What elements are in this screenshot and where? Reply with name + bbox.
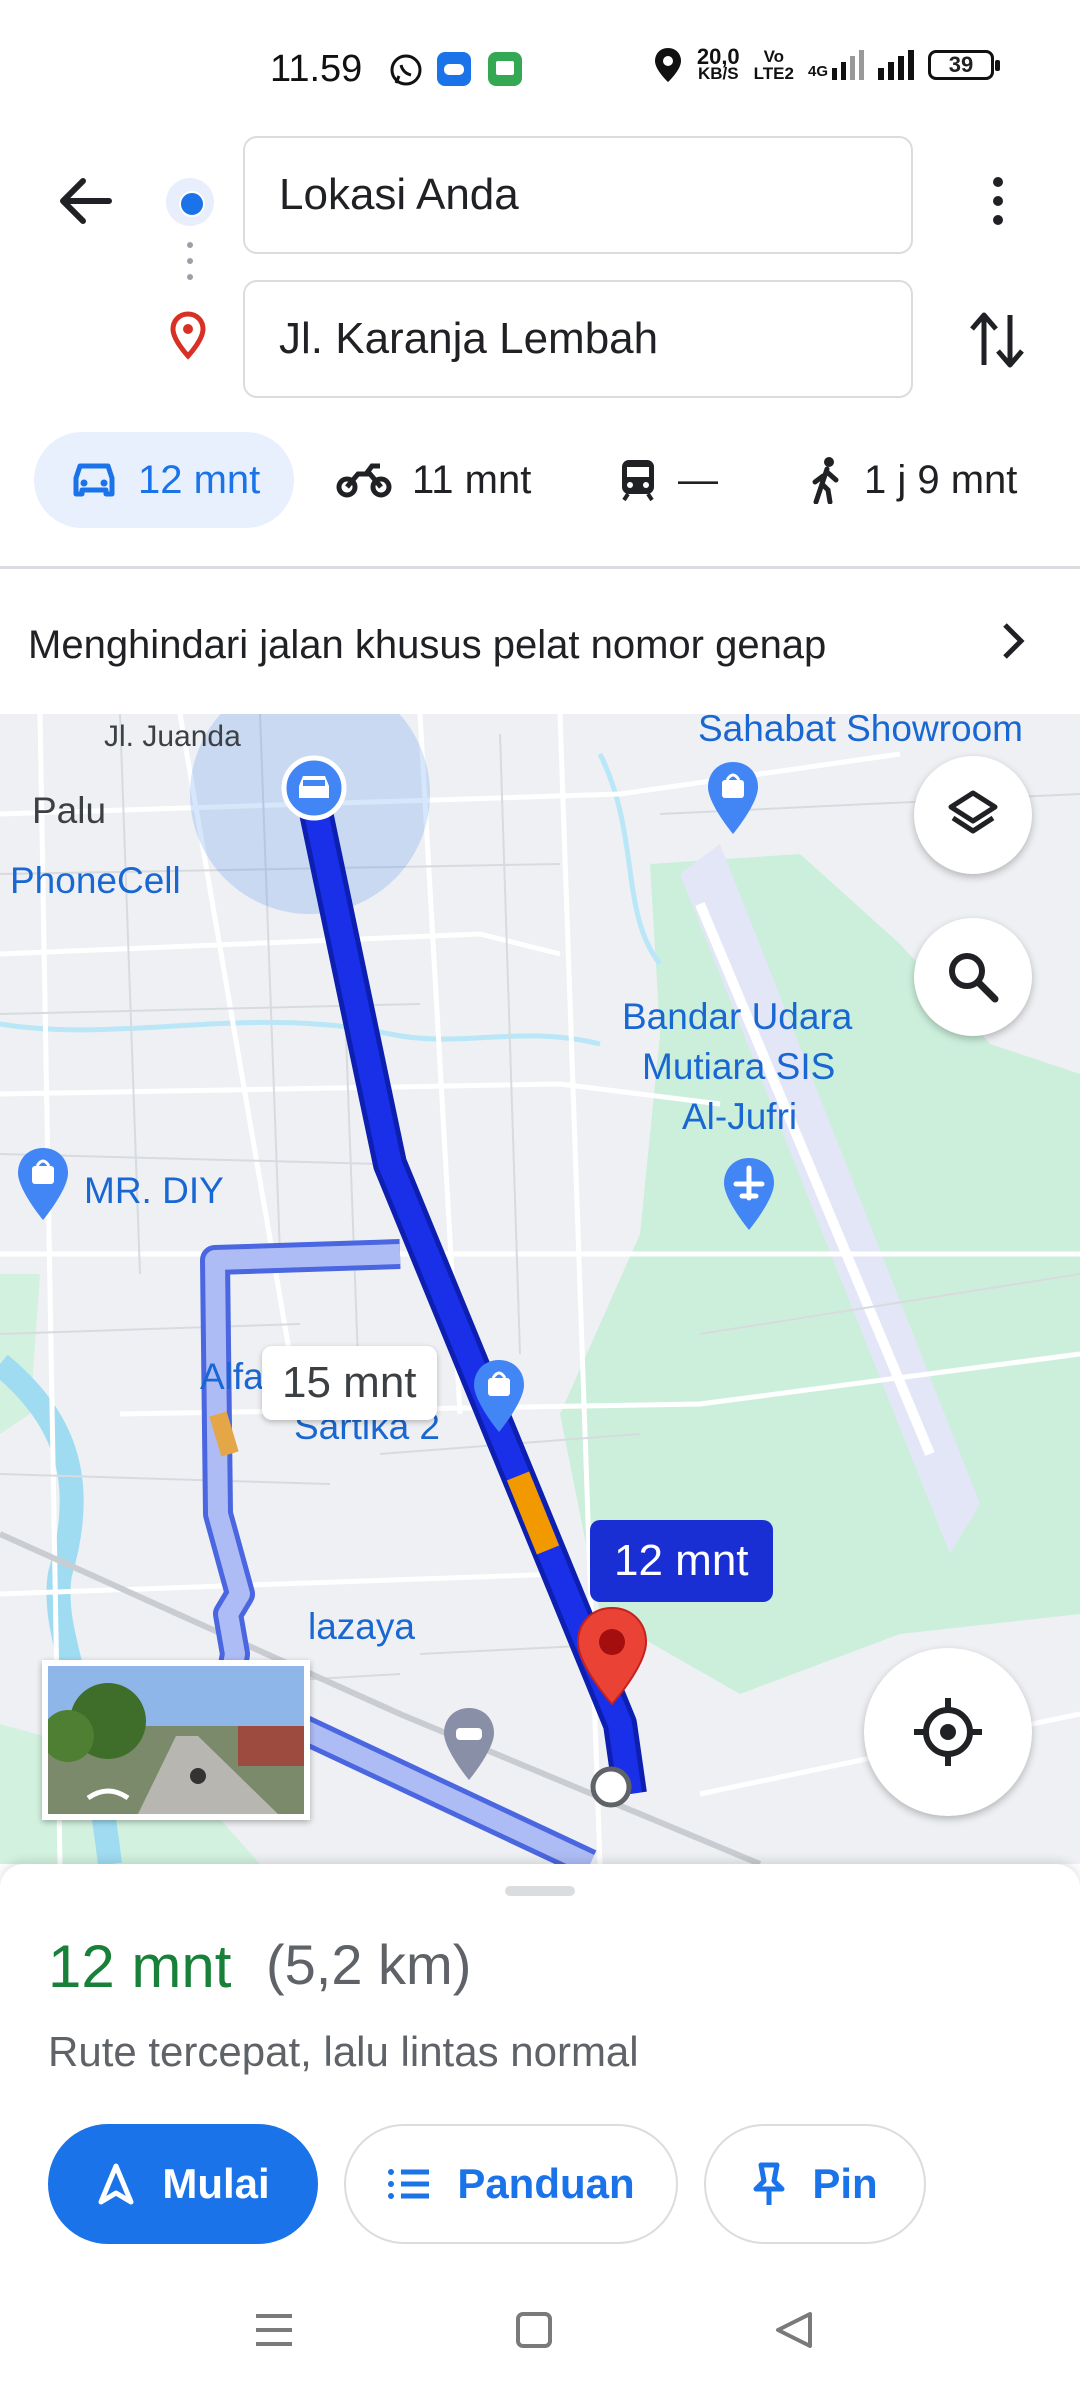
mode-tab-walk[interactable]: 1 j 9 mnt [808, 432, 1017, 528]
walk-icon [812, 457, 839, 504]
navigation-arrow-icon [98, 2163, 134, 2205]
steps-button[interactable]: Panduan [344, 2124, 678, 2244]
car-dealer-marker-icon[interactable] [438, 1704, 500, 1784]
map-label-mr-diy[interactable]: MR. DIY [84, 1170, 224, 1212]
system-navigation-bar [0, 2280, 1080, 2400]
layers-icon [948, 790, 998, 834]
signal-4g-icon: 4G [808, 50, 864, 80]
start-navigation-button[interactable]: Mulai [48, 2124, 318, 2244]
net-speed: 20,0 KB/S [696, 44, 740, 83]
volte-indicator: Vo LTE2 [753, 47, 794, 83]
back-triangle-icon[interactable] [772, 2310, 816, 2350]
sheet-drag-handle[interactable] [505, 1886, 575, 1896]
status-indicators: 20,0 KB/S Vo LTE2 4G 39 [653, 44, 1000, 84]
whatsapp-icon [388, 52, 422, 86]
layers-button[interactable] [914, 756, 1032, 874]
swap-button[interactable] [962, 305, 1032, 375]
directions-header: Lokasi Anda Jl. Karanja Lembah [0, 130, 1080, 410]
summary-description: Rute tercepat, lalu lintas normal [48, 2028, 639, 2075]
route-dots [187, 242, 193, 292]
map-label-bandara-3[interactable]: Al-Jufri [682, 1096, 797, 1138]
recents-menu-icon[interactable] [252, 2310, 296, 2350]
pin-icon [753, 2162, 785, 2205]
list-icon [388, 2169, 430, 2199]
search-along-route-button[interactable] [914, 918, 1032, 1036]
status-bar: 11.59 20,0 KB/S Vo LTE2 4G 39 [0, 0, 1080, 130]
mode-tab-car[interactable]: 12 mnt [34, 432, 294, 528]
map-label-jl-juanda: Jl. Juanda [104, 720, 241, 753]
destination-input[interactable]: Jl. Karanja Lembah [243, 280, 913, 398]
route-option-notice[interactable]: Menghindari jalan khusus pelat nomor gen… [0, 575, 1080, 715]
street-view-image [48, 1666, 304, 1814]
mode-tab-transit-label: — [678, 457, 718, 502]
home-square-icon[interactable] [514, 2310, 554, 2350]
route-end-point-icon [590, 1766, 632, 1808]
motorcycle-icon [336, 463, 392, 498]
mode-tab-car-label: 12 mnt [138, 457, 261, 502]
map-label-hazaya[interactable]: lazaya [308, 1606, 415, 1648]
search-icon [949, 953, 999, 1003]
pin-button[interactable]: Pin [704, 2124, 926, 2244]
battery-icon: 39 [928, 50, 1000, 80]
shopping-marker-icon[interactable] [468, 1356, 530, 1436]
map-label-palu: Palu [32, 790, 107, 831]
shopping-marker-icon[interactable] [702, 758, 764, 838]
street-view-thumbnail[interactable] [42, 1660, 310, 1820]
swap-vertical-icon [970, 312, 1024, 368]
shopping-marker-icon[interactable] [12, 1144, 74, 1224]
crosshair-icon [914, 1698, 982, 1766]
steps-button-label: Panduan [457, 2160, 635, 2207]
origin-dot-icon [166, 178, 214, 226]
pin-button-label: Pin [812, 2160, 878, 2207]
notice-text: Menghindari jalan khusus pelat nomor gen… [28, 622, 827, 667]
map-label-alfa[interactable]: Alfa [200, 1356, 264, 1398]
travel-mode-tabs: 12 mnt 11 mnt — 1 j 9 mnt [0, 432, 1080, 532]
map-label-sahabat-showroom[interactable]: Sahabat Showroom [698, 714, 1023, 750]
mode-tab-motorcycle-label: 11 mnt [412, 457, 532, 502]
signal-icon [878, 50, 914, 80]
mode-tab-transit[interactable]: — [618, 432, 718, 528]
map-label-bandara-1[interactable]: Bandar Udara [622, 996, 852, 1038]
summary-time: 12 mnt [48, 1933, 232, 2000]
airport-marker-icon[interactable] [718, 1154, 780, 1234]
chevron-right-icon [1003, 623, 1025, 659]
mode-tab-walk-label: 1 j 9 mnt [864, 457, 1018, 502]
current-location-car-icon [281, 755, 347, 821]
start-button-label: Mulai [162, 2160, 270, 2207]
mode-tab-motorcycle[interactable]: 11 mnt [336, 432, 531, 528]
messages-icon [488, 52, 522, 86]
origin-input[interactable]: Lokasi Anda [243, 136, 913, 254]
car-icon [73, 463, 115, 497]
divider [0, 566, 1080, 569]
destination-marker-icon [576, 1606, 648, 1706]
summary-distance: (5,2 km) [266, 1933, 472, 1996]
arrow-back-icon [60, 178, 112, 224]
location-icon [654, 48, 681, 82]
status-time: 11.59 [270, 48, 363, 90]
more-options-button[interactable] [970, 166, 1026, 236]
map-label-bandara-2[interactable]: Mutiara SIS [642, 1046, 835, 1088]
game-controller-icon [437, 52, 471, 86]
map-label-phonecell[interactable]: PhoneCell [10, 860, 181, 902]
transit-icon [622, 460, 654, 502]
back-button[interactable] [50, 166, 120, 236]
primary-route-eta[interactable]: 12 mnt [590, 1520, 773, 1602]
destination-pin-icon [168, 310, 208, 367]
my-location-button[interactable] [864, 1648, 1032, 1816]
alternate-route-eta[interactable]: 15 mnt [262, 1346, 437, 1420]
map-view[interactable]: Jl. Juanda Palu PhoneCell Sahabat Showro… [0, 714, 1080, 1864]
